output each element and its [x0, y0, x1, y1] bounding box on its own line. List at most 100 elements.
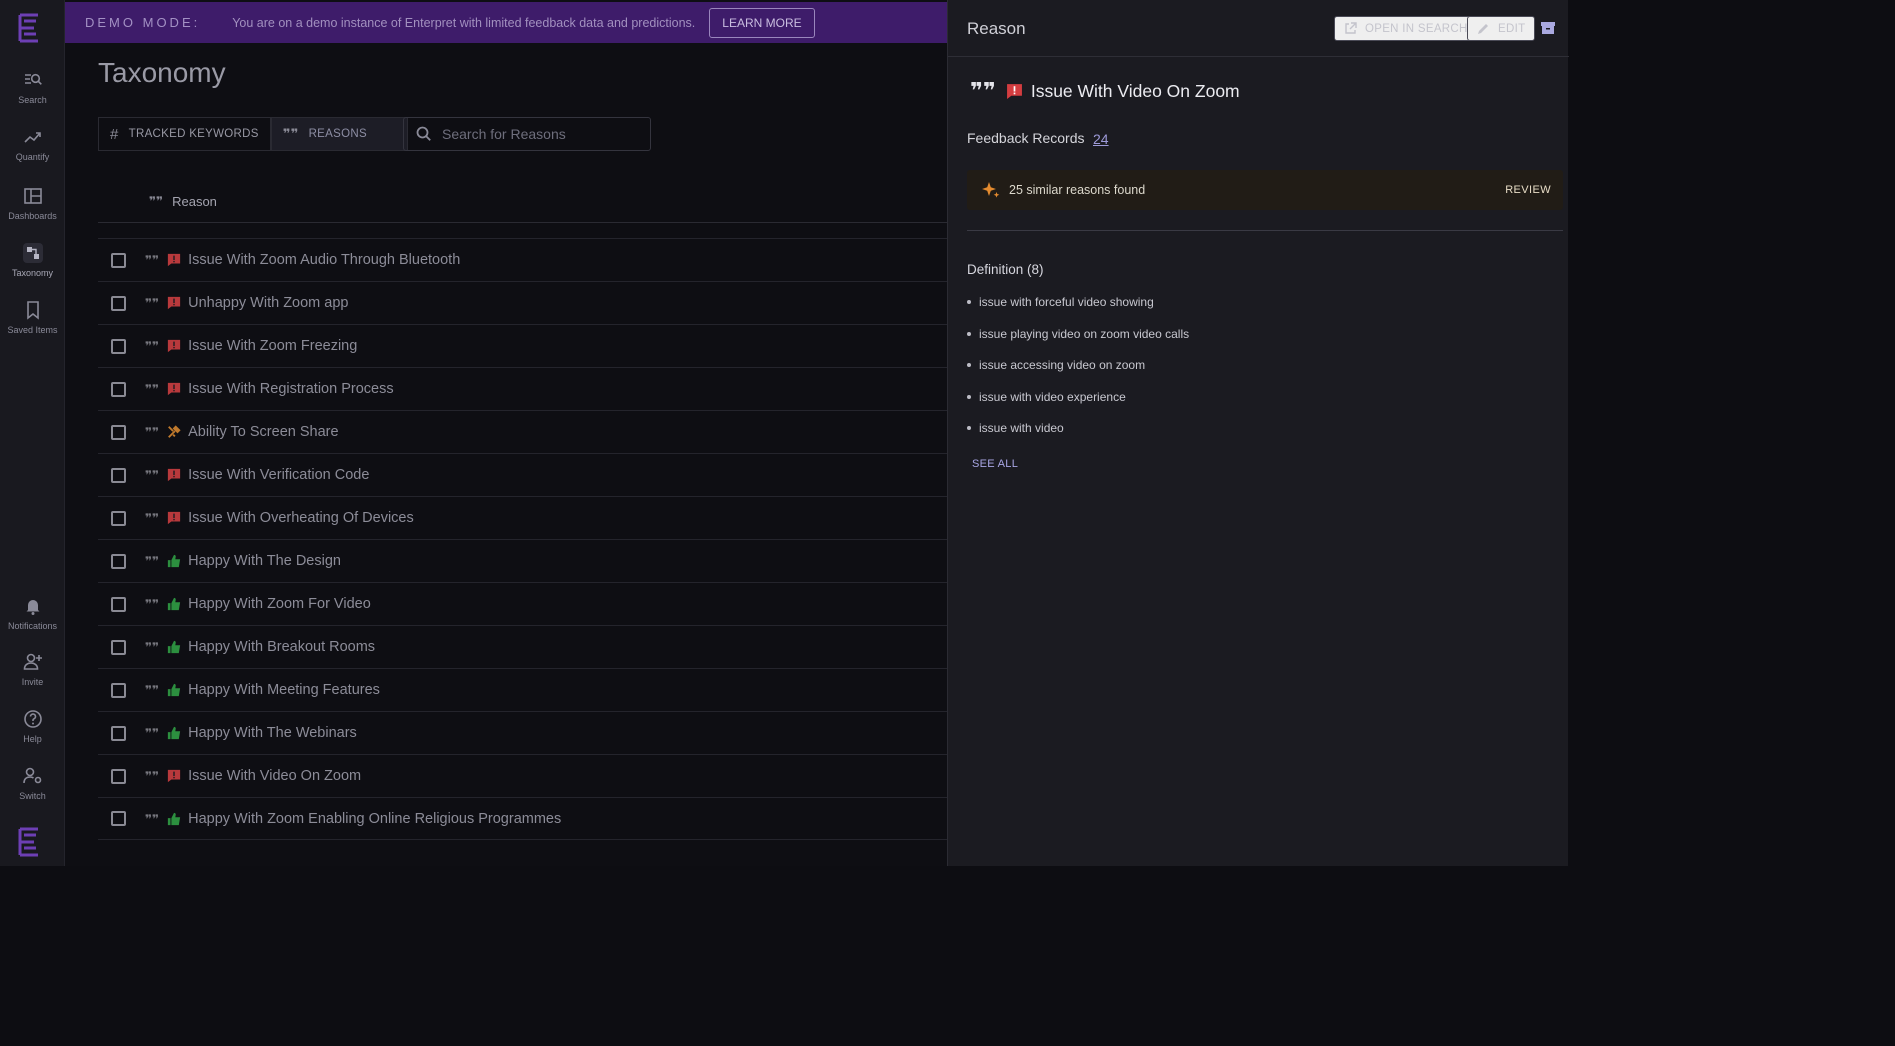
- table-row[interactable]: ❞❞ Issue With Zoom Freezing: [98, 324, 947, 367]
- row-checkbox[interactable]: [111, 553, 126, 569]
- row-checkbox[interactable]: [111, 424, 126, 440]
- row-checkbox[interactable]: [111, 252, 126, 268]
- rail-item-notifications[interactable]: Notifications: [0, 596, 65, 631]
- reason-title: Issue With Video On Zoom: [1030, 80, 1240, 101]
- enterpret-logo-icon[interactable]: [14, 826, 44, 858]
- table-row[interactable]: ❞❞ Ability To Screen Share: [98, 410, 947, 453]
- table-row[interactable]: ❞❞ Happy With Zoom For Video: [98, 582, 947, 625]
- table-row[interactable]: ❞❞ Issue With Verification Code: [98, 453, 947, 496]
- thumbs-up-icon: [167, 554, 181, 568]
- rail-item-label: Dashboards: [8, 211, 57, 221]
- divider: [967, 230, 1563, 231]
- feedback-records-count[interactable]: 24: [1093, 131, 1109, 147]
- open-in-search-button[interactable]: OPEN IN SEARCH: [1334, 16, 1478, 41]
- row-checkbox[interactable]: [111, 596, 126, 612]
- review-button[interactable]: REVIEW: [1505, 184, 1551, 196]
- reason-label: Issue With Registration Process: [188, 381, 394, 397]
- issue-icon: [167, 468, 181, 482]
- row-checkbox[interactable]: [111, 768, 126, 784]
- column-label: Reason: [172, 193, 217, 209]
- reason-search-box[interactable]: [403, 117, 651, 151]
- table-row[interactable]: ❞❞ Issue With Video On Zoom: [98, 754, 947, 797]
- issue-icon: [167, 769, 181, 783]
- edit-button[interactable]: EDIT: [1467, 16, 1536, 41]
- rail-item-help[interactable]: Help: [0, 709, 65, 744]
- rail-item-quantify[interactable]: Quantify: [0, 127, 65, 162]
- rail-item-label: Taxonomy: [11, 268, 54, 278]
- enterpret-logo-icon[interactable]: [14, 12, 44, 44]
- thumbs-up-icon: [167, 640, 181, 654]
- row-checkbox[interactable]: [111, 811, 126, 826]
- reason-label: Issue With Overheating Of Devices: [188, 510, 414, 526]
- table-row[interactable]: ❞❞ Issue With Zoom Audio Through Bluetoot…: [98, 238, 947, 281]
- rail-item-switch[interactable]: Switch: [0, 766, 65, 801]
- tab-tracked-keywords[interactable]: # TRACKED KEYWORDS: [98, 117, 271, 151]
- table-row[interactable]: ❞❞ Happy With The Webinars: [98, 711, 947, 754]
- trend-icon: [23, 132, 41, 143]
- row-checkbox[interactable]: [111, 725, 126, 741]
- definition-item: issue with video experience: [967, 390, 1189, 422]
- reason-label: Ability To Screen Share: [188, 424, 339, 440]
- page-title: Taxonomy: [98, 57, 226, 88]
- table-row[interactable]: ❞❞ Happy With The Design: [98, 539, 947, 582]
- taxonomy-main: DEMO MODE: You are on a demo instance of…: [65, 0, 947, 866]
- row-checkbox[interactable]: [111, 682, 126, 698]
- table-row[interactable]: ❞❞ Happy With Zoom Enabling Online Religi…: [98, 797, 947, 840]
- row-checkbox[interactable]: [111, 295, 126, 311]
- reason-label: Issue With Zoom Audio Through Bluetooth: [188, 252, 461, 268]
- hash-icon: #: [110, 125, 119, 143]
- quote-icon: ❞❞: [145, 382, 160, 396]
- feedback-records-label: Feedback Records: [967, 130, 1085, 146]
- rail-item-taxonomy[interactable]: Taxonomy: [0, 243, 65, 278]
- definition-item: issue accessing video on zoom: [967, 358, 1189, 390]
- rail-item-saved-items[interactable]: Saved Items: [0, 300, 65, 335]
- search-icon: [416, 126, 431, 141]
- issue-icon: [167, 296, 181, 310]
- quote-icon: ❞❞: [145, 554, 160, 568]
- archive-icon[interactable]: [1540, 20, 1556, 36]
- row-checkbox[interactable]: [111, 381, 126, 397]
- table-row[interactable]: ❞❞ Happy With Meeting Features: [98, 668, 947, 711]
- learn-more-button[interactable]: LEARN MORE: [709, 7, 815, 38]
- help-icon: [23, 710, 42, 728]
- table-row[interactable]: ❞❞ Happy With Breakout Rooms: [98, 625, 947, 668]
- row-checkbox[interactable]: [111, 639, 126, 655]
- row-checkbox[interactable]: [111, 338, 126, 354]
- similar-reasons-text: 25 similar reasons found: [1009, 183, 1146, 197]
- table-row[interactable]: ❞❞ Issue With Overheating Of Devices: [98, 496, 947, 539]
- tab-reasons[interactable]: ❞❞ REASONS: [270, 117, 408, 151]
- quote-icon: ❞❞: [145, 769, 160, 783]
- definition-item: issue with forceful video showing: [967, 295, 1189, 327]
- rail-item-label: Notifications: [7, 621, 58, 631]
- row-checkbox[interactable]: [111, 467, 126, 483]
- similar-reasons-banner: 25 similar reasons found REVIEW: [967, 170, 1563, 210]
- rail-item-invite[interactable]: Invite: [0, 652, 65, 687]
- bookmark-icon: [26, 301, 39, 320]
- table-row[interactable]: ❞❞ Issue With Registration Process: [98, 367, 947, 410]
- quote-icon: ❞❞: [145, 683, 160, 697]
- demo-mode-message: You are on a demo instance of Enterpret …: [232, 15, 696, 30]
- rail-item-dashboards[interactable]: Dashboards: [0, 186, 65, 221]
- pencil-icon: [1478, 24, 1488, 34]
- table-row[interactable]: ❞❞ Unhappy With Zoom app: [98, 281, 947, 324]
- search-input[interactable]: [442, 126, 642, 142]
- reason-column-header[interactable]: ❞❞ Reason: [98, 180, 947, 223]
- thumbs-up-icon: [167, 597, 181, 611]
- reason-heading: ❞❞ Issue With Video On Zoom: [970, 80, 1240, 102]
- reason-label: Issue With Video On Zoom: [188, 768, 362, 784]
- see-all-button[interactable]: SEE ALL: [972, 458, 1018, 470]
- demo-mode-label: DEMO MODE:: [85, 15, 201, 30]
- definition-title: Definition (8): [967, 262, 1044, 277]
- panel-header: Reason OPEN IN SEARCH EDIT: [948, 0, 1569, 57]
- reason-label: Happy With The Webinars: [188, 725, 357, 741]
- quote-icon: ❞❞: [970, 78, 996, 103]
- button-label: OPEN IN SEARCH: [1365, 22, 1468, 35]
- row-checkbox[interactable]: [111, 510, 126, 526]
- reason-label: Happy With Breakout Rooms: [188, 639, 376, 655]
- issue-icon: [1006, 83, 1022, 99]
- thumbs-up-icon: [167, 726, 181, 740]
- rail-item-search[interactable]: Search: [0, 70, 65, 105]
- switch-user-icon: [22, 767, 41, 784]
- quote-icon: ❞❞: [145, 597, 160, 611]
- quote-icon: ❞❞: [145, 425, 160, 439]
